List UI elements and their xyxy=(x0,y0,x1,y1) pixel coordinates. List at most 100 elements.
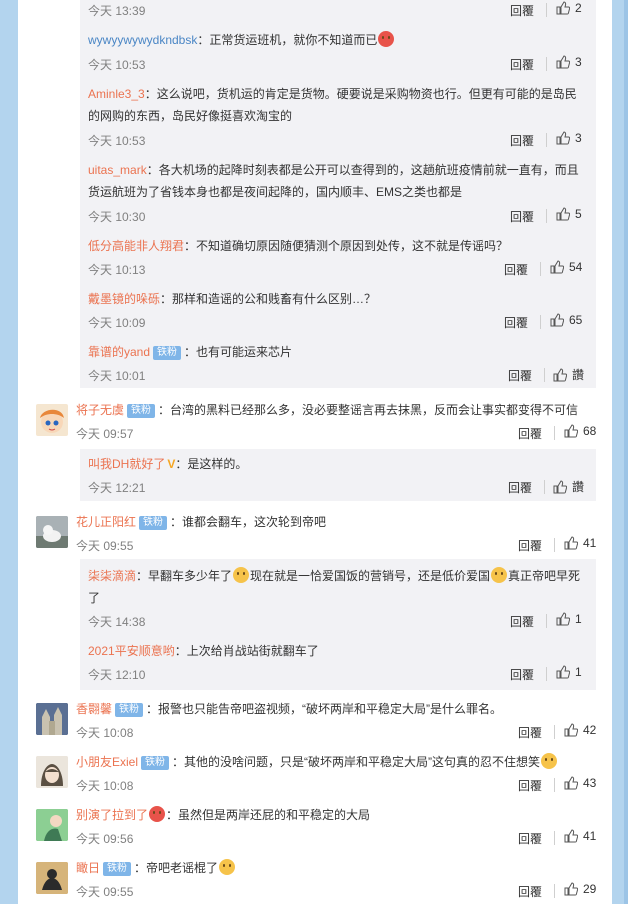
reply-button[interactable]: 回覆 xyxy=(510,666,534,683)
reply-item: 叫我DH就好了 V：是这样的。 今天 12:21 回覆 讚 xyxy=(0,454,628,496)
like-count: 43 xyxy=(583,776,597,790)
comment-time: 今天 10:08 xyxy=(76,726,134,740)
like-count: 5 xyxy=(575,207,582,221)
user-name-link[interactable]: 香翾馨 xyxy=(76,702,112,716)
user-name-link[interactable]: uitas_mark xyxy=(88,163,147,177)
avatar[interactable] xyxy=(36,404,68,436)
comment-item: 瞰日 铁粉 ：帝吧老谣棍了 今天 09:55 回覆 29 xyxy=(0,858,628,902)
divider xyxy=(554,778,555,792)
reply-button[interactable]: 回覆 xyxy=(518,830,542,847)
like-button[interactable]: 5 xyxy=(556,207,582,221)
fan-badge: 铁粉 xyxy=(153,346,182,360)
like-count: 68 xyxy=(583,424,597,438)
comment-time: 今天 10:30 xyxy=(88,210,146,224)
user-name-link[interactable]: 戴墨镜的哚砾 xyxy=(88,292,160,306)
user-name-link[interactable]: 瞰日 xyxy=(76,861,100,875)
reply-item: Aminle3_3：这么说吧，货机运的肯定是货物。硬要说是采购物资也行。但更有可… xyxy=(0,84,628,148)
avatar[interactable] xyxy=(36,809,68,841)
avatar[interactable] xyxy=(36,756,68,788)
avatar[interactable] xyxy=(36,862,68,894)
like-button[interactable]: 3 xyxy=(556,55,582,69)
user-name-link[interactable]: 2021平安顺意哟 xyxy=(88,644,175,658)
divider xyxy=(554,725,555,739)
comment-item: 花儿正阳红 铁粉 ：谁都会翻车，这次轮到帝吧 今天 09:55 回覆 41 xyxy=(0,512,628,556)
user-name-link[interactable]: wywyywywydkndbsk xyxy=(88,33,197,47)
reply-button[interactable]: 回覆 xyxy=(508,479,532,496)
like-button[interactable]: 68 xyxy=(564,424,596,438)
comment-time: 今天 13:39 xyxy=(88,4,146,18)
reply-button[interactable]: 回覆 xyxy=(504,314,528,331)
emoji-icon xyxy=(378,31,395,47)
reply-button[interactable]: 回覆 xyxy=(510,132,534,149)
reply-button[interactable]: 回覆 xyxy=(510,2,534,19)
like-button[interactable]: 43 xyxy=(564,776,596,790)
comment-text: ：正常货运班机，就你不知道而已 xyxy=(197,33,378,47)
thumbs-up-icon xyxy=(556,1,570,15)
emoji-icon xyxy=(219,859,236,875)
reply-button[interactable]: 回覆 xyxy=(518,537,542,554)
like-button[interactable]: 41 xyxy=(564,829,596,843)
reply-button[interactable]: 回覆 xyxy=(518,777,542,794)
like-count: 54 xyxy=(569,260,583,274)
avatar-image xyxy=(36,809,68,841)
reply-item: 柒柒滴滴：早翻车多少年了 现在就是一恰爱国饭的营销号，还是低价爱国 真正帝吧早死 了… xyxy=(0,566,628,630)
user-name-link[interactable]: 叫我DH就好了 xyxy=(88,457,165,471)
like-button[interactable]: 1 xyxy=(556,612,582,626)
user-name-link[interactable]: 花儿正阳红 xyxy=(76,515,136,529)
reply-button[interactable]: 回覆 xyxy=(518,724,542,741)
comment-time: 今天 12:21 xyxy=(88,481,146,495)
comment-text: ：上次给肖战站街就翻车了 xyxy=(174,644,319,658)
comment-text: ：是这样的。 xyxy=(175,457,248,471)
user-name-link[interactable]: 低分高能非人翔君 xyxy=(88,239,184,253)
comment-text: 真正帝吧早死 xyxy=(508,569,581,583)
reply-button[interactable]: 回覆 xyxy=(504,261,528,278)
thumbs-up-icon xyxy=(553,479,567,493)
comment-time: 今天 14:38 xyxy=(88,615,146,629)
like-button[interactable]: 54 xyxy=(550,260,582,274)
user-name-link[interactable]: Aminle3_3 xyxy=(88,87,145,101)
level-icon xyxy=(149,806,166,822)
comment-item: 将子无虞 铁粉 ：台湾的黑料已经那么多，没必要整谣言再去抹黑，反而会让事实都变得不可… xyxy=(0,400,628,444)
like-button[interactable]: 65 xyxy=(550,313,582,327)
reply-button[interactable]: 回覆 xyxy=(510,56,534,73)
avatar[interactable] xyxy=(36,516,68,548)
reply-button[interactable]: 回覆 xyxy=(508,367,532,384)
reply-item: 今天 13:39 回覆 2 xyxy=(0,0,628,22)
user-name-link[interactable]: 别演了拉到了 xyxy=(76,808,148,822)
comment-time: 今天 10:53 xyxy=(88,134,146,148)
comment-time: 今天 09:57 xyxy=(76,427,134,441)
user-name-link[interactable]: 小朋友Exiel xyxy=(76,755,138,769)
like-button[interactable]: 3 xyxy=(556,131,582,145)
reply-button[interactable]: 回覆 xyxy=(510,613,534,630)
like-button[interactable]: 42 xyxy=(564,723,596,737)
reply-button[interactable]: 回覆 xyxy=(518,425,542,442)
comment-item: 小朋友Exiel 铁粉 ：其他的没啥问题，只是“破坏两岸和平稳定大局”这句真的忍不住… xyxy=(0,752,628,796)
comment-text: 现在就是一恰爱国饭的营销号，还是低价爱国 xyxy=(250,569,491,583)
user-name-link[interactable]: 柒柒滴滴 xyxy=(88,569,136,583)
avatar[interactable] xyxy=(36,703,68,735)
reply-item: uitas_mark：各大机场的起降时刻表都是公开可以查得到的，这趟航班疫情前就… xyxy=(0,160,628,224)
reply-button[interactable]: 回覆 xyxy=(518,883,542,900)
comment-time: 今天 10:09 xyxy=(88,316,146,330)
user-name-link[interactable]: 将子无虞 xyxy=(76,403,124,417)
reply-item: 低分高能非人翔君：不知道确切原因随便猜测个原因到处传，这不就是传谣吗？ 今天 1… xyxy=(0,236,628,278)
like-button[interactable]: 2 xyxy=(556,1,582,15)
comment-text: ：报警也只能告帝吧盗视频，“破坏两岸和平稳定大局”是什么罪名。 xyxy=(146,702,503,716)
user-name-link[interactable]: 靠谱的yand xyxy=(88,345,150,359)
like-count: 1 xyxy=(575,665,582,679)
thumbs-up-icon xyxy=(550,313,564,327)
comment-time: 今天 10:13 xyxy=(88,263,146,277)
divider xyxy=(540,315,541,329)
divider xyxy=(554,538,555,552)
like-button[interactable]: 讚 xyxy=(553,478,584,495)
thumbs-up-icon xyxy=(564,882,578,896)
comment-text: 的网购的东西，岛民好像挺喜欢淘宝的 xyxy=(88,109,293,123)
like-button[interactable]: 1 xyxy=(556,665,582,679)
divider xyxy=(546,133,547,147)
like-button[interactable]: 41 xyxy=(564,536,596,550)
comment-text: ：不知道确切原因随便猜测个原因到处传，这不就是传谣吗？ xyxy=(184,239,509,253)
like-button[interactable]: 29 xyxy=(564,882,596,896)
thumbs-up-icon xyxy=(550,260,564,274)
reply-button[interactable]: 回覆 xyxy=(510,208,534,225)
like-button[interactable]: 讚 xyxy=(553,366,584,383)
